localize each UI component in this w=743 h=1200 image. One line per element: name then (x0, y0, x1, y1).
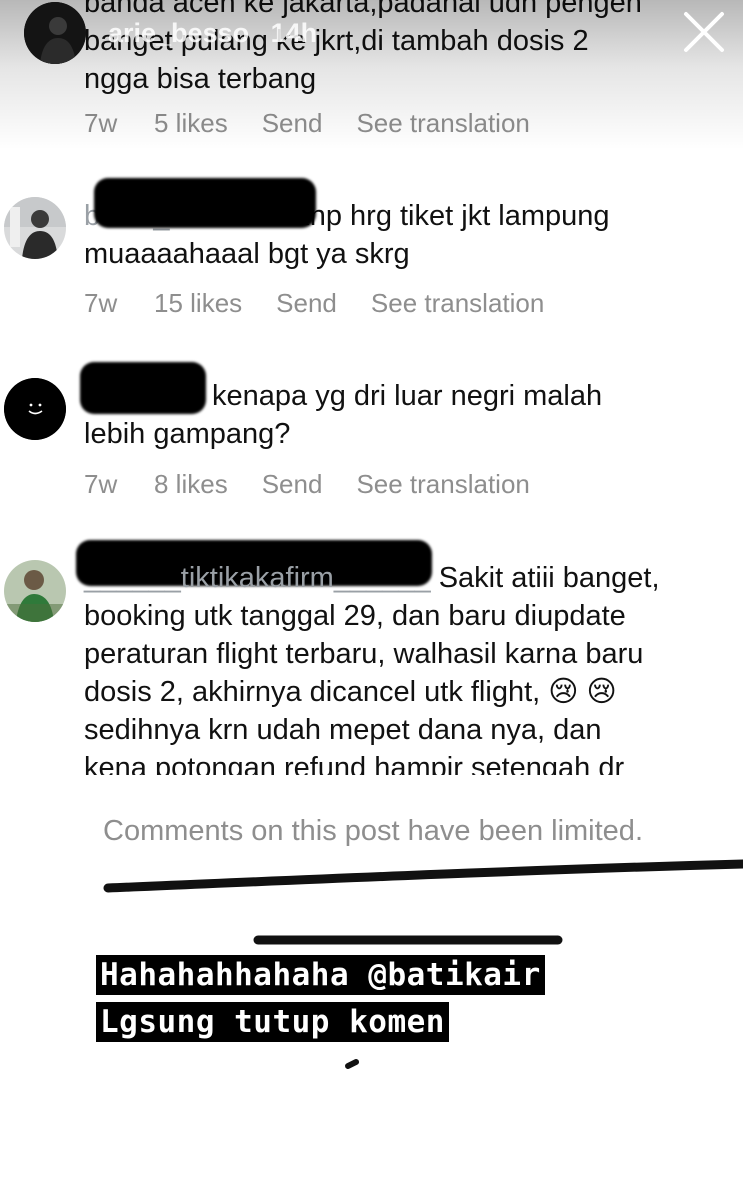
close-icon (684, 12, 724, 52)
story-avatar[interactable] (24, 2, 86, 64)
comments-limited-text: Comments on this post have been limited. (103, 815, 643, 847)
comment-time: 7w (84, 469, 118, 499)
comment-meta: 7w 5 likes Send See translation (84, 108, 530, 139)
story-header: arie_besso 14h (108, 18, 317, 49)
crying-face-icon: 😢 😢 (548, 676, 617, 708)
comment-meta: 7w 15 likes Send See translation (84, 288, 544, 319)
comment-body: dosis 2, akhirnya dicancel utk flight, (84, 676, 541, 708)
comment-line: booking utk tanggal 29, dan baru diupdat… (84, 600, 626, 632)
smiley-avatar-icon (4, 378, 66, 440)
close-button[interactable] (680, 8, 728, 56)
likes-button[interactable]: 15 likes (154, 288, 242, 319)
see-translation-button[interactable]: See translation (356, 469, 529, 500)
avatar-photo-icon (4, 560, 66, 622)
comment-body: kenapa yg dri luar negri malah (212, 380, 603, 412)
see-translation-button[interactable]: See translation (371, 288, 544, 319)
story-time: 14h (270, 18, 318, 48)
comment-meta: 7w 8 likes Send See translation (84, 469, 530, 500)
comment-body: Sakit atiii banget, (438, 562, 660, 594)
comments-screenshot: banda aceh ke jakarta,padahal udh pengen… (0, 0, 743, 775)
avatar-photo-icon (4, 197, 66, 259)
comment-line: ngga bisa terbang (84, 63, 317, 95)
comment-line: sedihnya krn udah mepet dana nya, dan (84, 714, 602, 746)
comment-line: peraturan flight terbaru, walhasil karna… (84, 638, 644, 670)
comment-text: kenapa yg dri luar negri malah lebih gam… (84, 377, 734, 453)
comment-line: kena potongan refund hampir setengah dr (84, 752, 625, 775)
redaction-mark (94, 178, 316, 228)
avatar[interactable] (4, 378, 66, 440)
comment-text: ______tiktikakafirm______ Sakit atiii ba… (84, 559, 734, 775)
comment-time: 7w (84, 108, 118, 138)
send-button[interactable]: Send (262, 469, 323, 500)
comment-line: dosis 2, akhirnya dicancel utk flight, 😢… (84, 673, 734, 711)
comment-line: ______tiktikakafirm______ Sakit atiii ba… (84, 559, 734, 597)
comment-text: banda aceh ke jakarta,padahal udh pengen… (84, 0, 734, 98)
profile-photo-icon (24, 2, 86, 64)
likes-button[interactable]: 5 likes (154, 108, 228, 139)
comment-username[interactable]: ______tiktikakafirm______ (84, 562, 431, 594)
comment-body: Knp hrg tiket jkt lampung (290, 200, 610, 232)
send-button[interactable]: Send (262, 108, 323, 139)
comment-line: muaaaahaaal bgt ya skrg (84, 238, 410, 270)
comment-line: kenapa yg dri luar negri malah (84, 377, 734, 415)
likes-button[interactable]: 8 likes (154, 469, 228, 500)
comment-time: 7w (84, 288, 118, 318)
avatar[interactable] (4, 560, 66, 622)
see-translation-button[interactable]: See translation (356, 108, 529, 139)
story-username[interactable]: arie_besso (108, 18, 249, 48)
comment-line: lebih gampang? (84, 418, 291, 450)
scribble-drawing (103, 859, 743, 1069)
send-button[interactable]: Send (276, 288, 337, 319)
avatar[interactable] (4, 197, 66, 259)
